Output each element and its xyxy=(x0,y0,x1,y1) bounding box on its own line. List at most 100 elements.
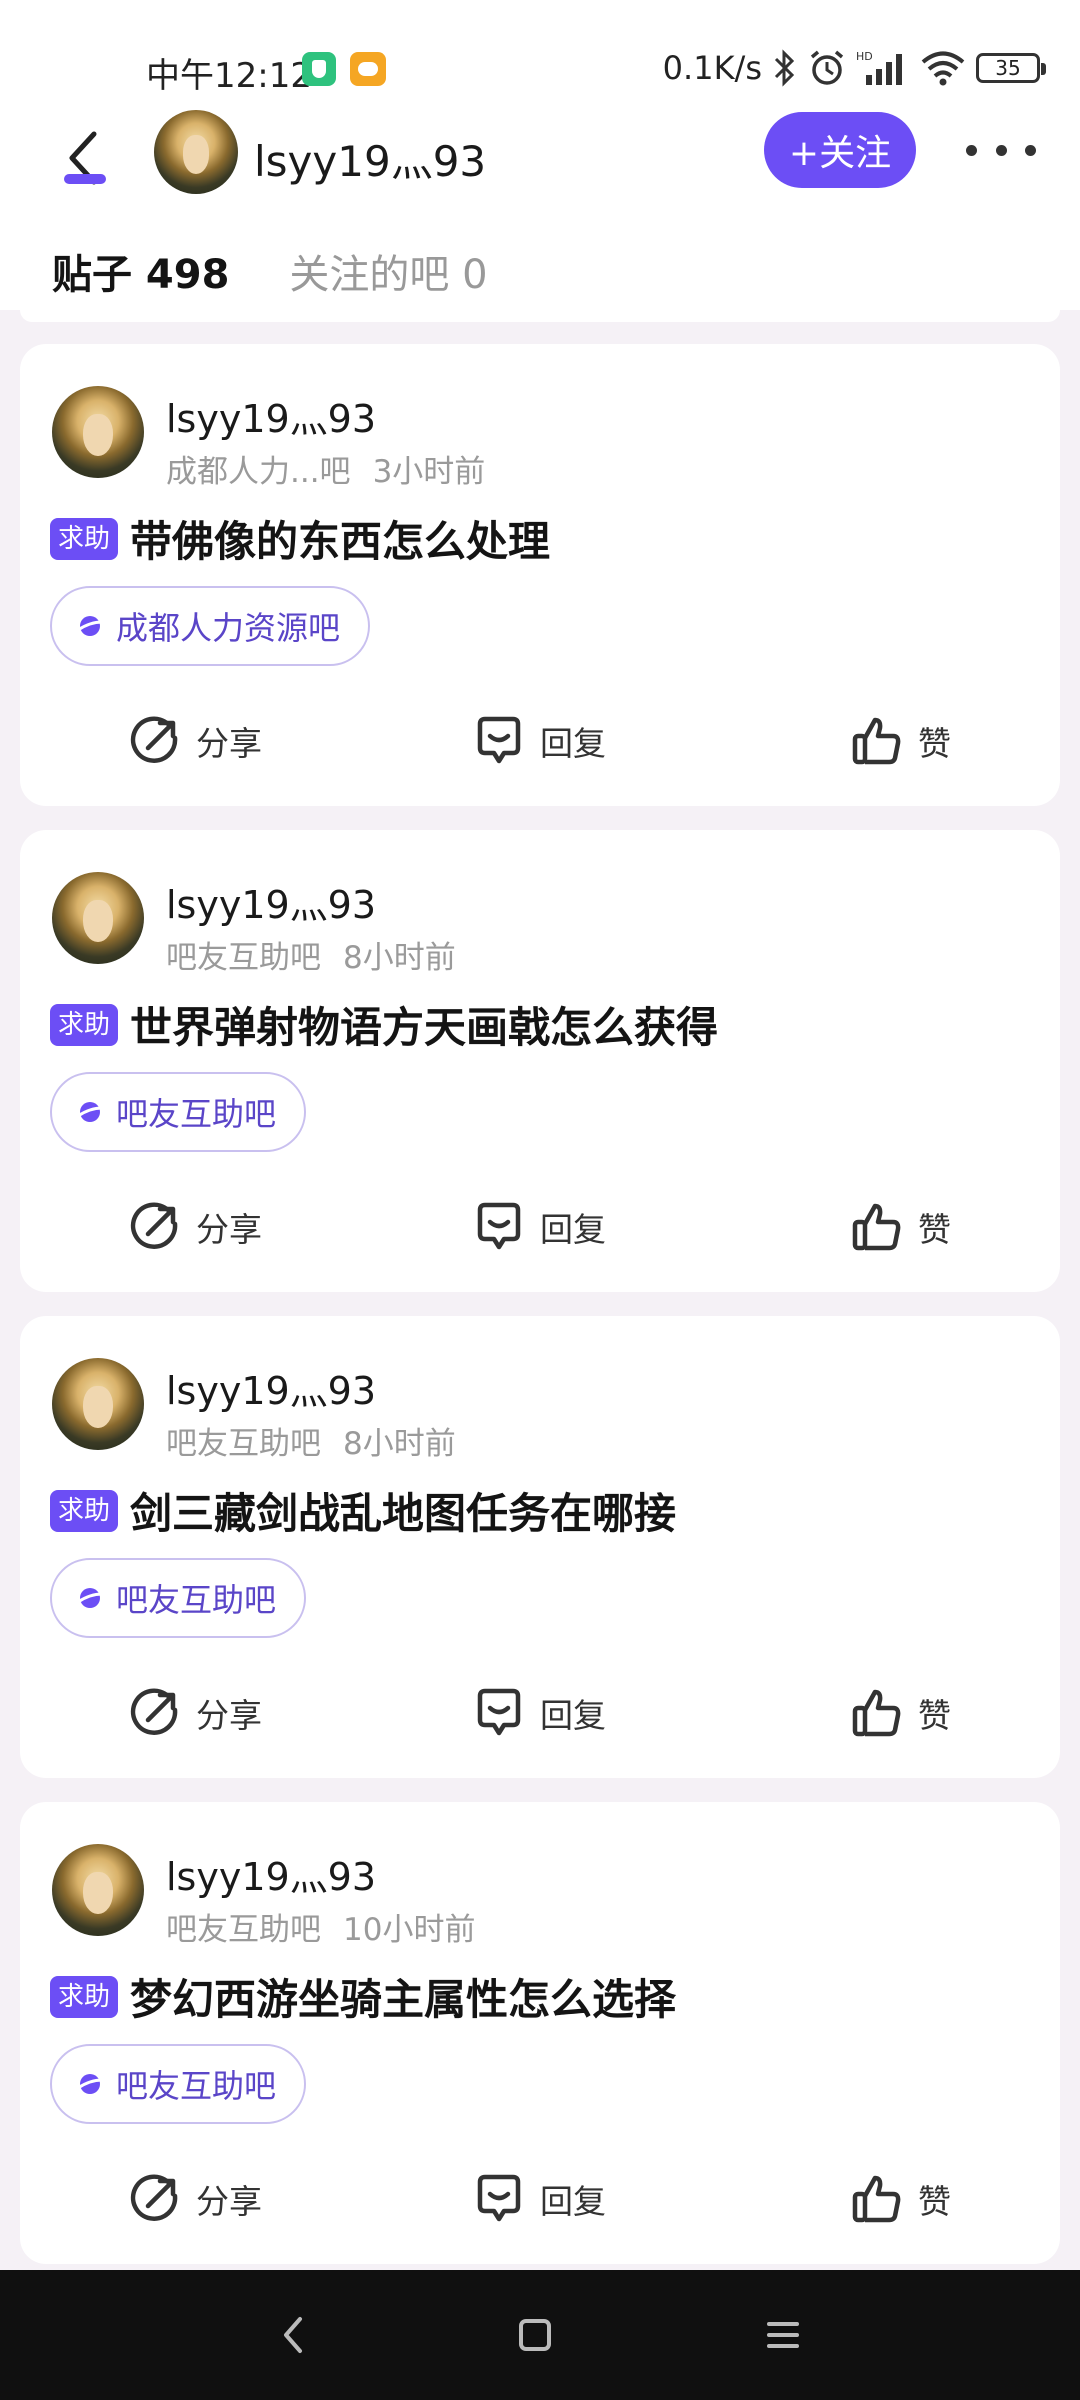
share-label: 分享 xyxy=(196,1210,262,1249)
post-title[interactable]: 剑三藏剑战乱地图任务在哪接 xyxy=(130,1480,676,1541)
more-dot xyxy=(995,144,1007,156)
like-button[interactable]: 赞 xyxy=(850,1678,951,1748)
more-dot xyxy=(1025,144,1036,156)
thumbs-up-icon xyxy=(852,1689,901,1737)
avatar[interactable] xyxy=(52,386,144,478)
post-forum: 吧友互助吧 xyxy=(166,1912,321,1948)
weather-app-icon xyxy=(350,52,386,86)
share-icon xyxy=(130,716,178,763)
network-speed: 0.1K/s xyxy=(662,49,762,87)
security-app-icon xyxy=(302,52,336,86)
post-author[interactable]: lsyy19灬93 xyxy=(166,1846,376,1901)
profile-tabs: 贴子 498 关注的吧 0 xyxy=(52,242,488,300)
share-button[interactable]: 分享 xyxy=(128,1678,262,1748)
reply-button[interactable]: 回复 xyxy=(472,706,606,776)
share-button[interactable]: 分享 xyxy=(128,706,262,776)
post-author[interactable]: lsyy19灬93 xyxy=(166,388,376,443)
post-title-row[interactable]: 求助 世界弹射物语方天画戟怎么获得 xyxy=(50,994,718,1055)
forum-chip[interactable]: 吧友互助吧 xyxy=(50,1558,307,1638)
post-forum: 成都人力...吧 xyxy=(166,454,351,490)
reply-label: 回复 xyxy=(540,1210,606,1249)
like-button[interactable]: 赞 xyxy=(850,2164,951,2234)
post-actions: 分享 回复 赞 xyxy=(20,1192,1060,1262)
post-title[interactable]: 世界弹射物语方天画戟怎么获得 xyxy=(130,994,718,1055)
tab-posts[interactable]: 贴子 498 xyxy=(52,242,229,300)
status-bar: 中午12:12 0.1K/s HD 35 xyxy=(0,0,1080,110)
share-label: 分享 xyxy=(196,724,262,763)
nav-home-button[interactable] xyxy=(500,2300,570,2370)
hd-signal-icon: HD xyxy=(856,50,902,85)
like-button[interactable]: 赞 xyxy=(850,1192,951,1262)
reply-label: 回复 xyxy=(540,724,606,763)
post-meta: 成都人力...吧 3小时前 xyxy=(166,446,485,491)
avatar[interactable] xyxy=(52,1844,144,1936)
like-button[interactable]: 赞 xyxy=(850,706,951,776)
post-author[interactable]: lsyy19灬93 xyxy=(166,874,376,929)
post-meta: 吧友互助吧 8小时前 xyxy=(166,932,456,977)
reply-label: 回复 xyxy=(540,2182,606,2221)
forum-chip[interactable]: 成都人力资源吧 xyxy=(50,586,371,666)
avatar[interactable] xyxy=(52,1358,144,1450)
nav-recents-button[interactable] xyxy=(748,2300,818,2370)
nav-back-button[interactable] xyxy=(258,2300,328,2370)
post-title-row[interactable]: 求助 梦幻西游坐骑主属性怎么选择 xyxy=(50,1966,676,2027)
forum-chip-label: 成都人力资源吧 xyxy=(116,609,341,647)
thumbs-up-icon xyxy=(852,1203,901,1251)
post-time: 10小时前 xyxy=(343,1912,476,1948)
like-label: 赞 xyxy=(918,1210,951,1249)
reply-icon xyxy=(477,1688,521,1736)
share-icon xyxy=(130,2174,178,2221)
forum-chip[interactable]: 吧友互助吧 xyxy=(50,1072,307,1152)
help-tag-badge: 求助 xyxy=(50,517,119,560)
reply-button[interactable]: 回复 xyxy=(472,1678,606,1748)
post-forum: 吧友互助吧 xyxy=(166,1426,321,1462)
help-tag-badge: 求助 xyxy=(50,1975,119,2018)
post-author[interactable]: lsyy19灬93 xyxy=(166,1360,376,1415)
forum-chip[interactable]: 吧友互助吧 xyxy=(50,2044,307,2124)
alarm-icon xyxy=(810,50,844,85)
forum-planet-icon xyxy=(77,1102,103,1122)
post-meta: 吧友互助吧 8小时前 xyxy=(166,1418,456,1463)
post-title-row[interactable]: 求助 剑三藏剑战乱地图任务在哪接 xyxy=(50,1480,676,1541)
reply-icon xyxy=(477,1202,521,1250)
post-actions: 分享 回复 赞 xyxy=(20,706,1060,776)
share-icon xyxy=(130,1202,178,1249)
status-right-group: 0.1K/s HD 35 xyxy=(662,48,1046,88)
back-button[interactable] xyxy=(52,118,112,198)
more-icon[interactable] xyxy=(966,130,1036,170)
post-card[interactable]: lsyy19灬93 成都人力...吧 3小时前 求助 带佛像的东西怎么处理 成都… xyxy=(20,344,1060,806)
avatar[interactable] xyxy=(154,110,238,194)
help-tag-badge: 求助 xyxy=(50,1489,119,1532)
system-nav-bar xyxy=(0,2270,1080,2400)
reply-icon xyxy=(477,716,521,764)
tab-followed-bars[interactable]: 关注的吧 0 xyxy=(289,242,487,300)
thumbs-up-icon xyxy=(852,2175,901,2223)
post-card[interactable]: lsyy19灬93 吧友互助吧 8小时前 求助 剑三藏剑战乱地图任务在哪接 吧友… xyxy=(20,1316,1060,1778)
profile-username: lsyy19灬93 xyxy=(254,137,487,186)
more-dot xyxy=(966,144,977,156)
forum-planet-icon xyxy=(77,2074,103,2094)
help-tag-badge: 求助 xyxy=(50,1003,119,1046)
avatar[interactable] xyxy=(52,872,144,964)
post-meta: 吧友互助吧 10小时前 xyxy=(166,1904,475,1949)
post-card[interactable]: lsyy19灬93 吧友互助吧 10小时前 求助 梦幻西游坐骑主属性怎么选择 吧… xyxy=(20,1802,1060,2264)
share-button[interactable]: 分享 xyxy=(128,1192,262,1262)
thumbs-up-icon xyxy=(852,717,901,765)
forum-planet-icon xyxy=(77,1588,103,1608)
post-title-row[interactable]: 求助 带佛像的东西怎么处理 xyxy=(50,508,550,569)
reply-button[interactable]: 回复 xyxy=(472,1192,606,1262)
reply-button[interactable]: 回复 xyxy=(472,2164,606,2234)
follow-button[interactable]: +关注 xyxy=(764,112,916,188)
battery-icon: 35 xyxy=(976,53,1046,83)
nav-back-icon xyxy=(284,2317,302,2353)
post-forum: 吧友互助吧 xyxy=(166,940,321,976)
bluetooth-icon xyxy=(774,49,795,87)
share-button[interactable]: 分享 xyxy=(128,2164,262,2234)
like-label: 赞 xyxy=(918,2182,951,2221)
post-title[interactable]: 带佛像的东西怎么处理 xyxy=(130,508,550,569)
like-label: 赞 xyxy=(918,724,951,763)
post-title[interactable]: 梦幻西游坐骑主属性怎么选择 xyxy=(130,1966,676,2027)
post-card[interactable]: lsyy19灬93 吧友互助吧 8小时前 求助 世界弹射物语方天画戟怎么获得 吧… xyxy=(20,830,1060,1292)
reply-label: 回复 xyxy=(540,1696,606,1735)
forum-planet-icon xyxy=(77,616,103,636)
